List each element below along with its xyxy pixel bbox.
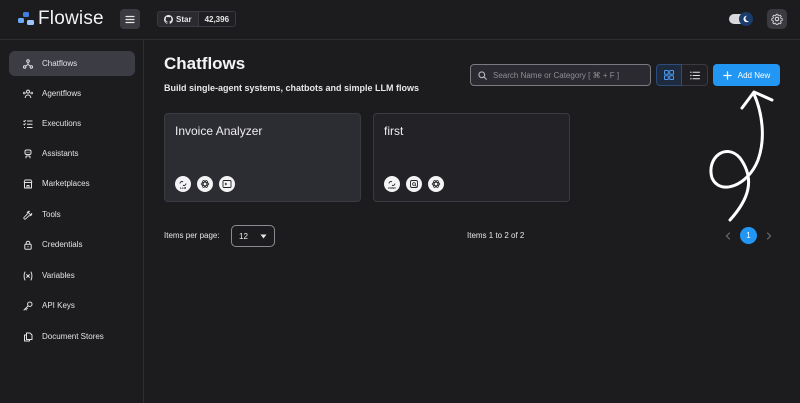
items-range-text: Items 1 to 2 of 2 bbox=[467, 231, 525, 240]
sidebar-item-chatflows[interactable]: Chatflows bbox=[9, 51, 135, 76]
sidebar-item-agentflows[interactable]: Agentflows bbox=[9, 81, 135, 106]
sidebar-item-label: Assistants bbox=[42, 149, 79, 158]
github-star-button[interactable]: Star bbox=[158, 12, 198, 26]
sidebar-item-label: Document Stores bbox=[42, 332, 104, 341]
search-placeholder: Search Name or Category [ ⌘ + F ] bbox=[493, 70, 620, 80]
sidebar-item-label: Variables bbox=[42, 271, 75, 280]
tool-icon bbox=[23, 210, 33, 220]
app-logo[interactable]: Flowise bbox=[18, 8, 104, 29]
sidebar-item-label: Credentials bbox=[42, 240, 83, 249]
list-view-icon bbox=[689, 71, 700, 79]
add-new-button[interactable]: Add New bbox=[713, 64, 780, 86]
building-store-icon bbox=[23, 179, 33, 189]
chatflow-card[interactable]: first CONV bbox=[373, 113, 570, 202]
page-subtitle: Build single-agent systems, chatbots and… bbox=[164, 83, 420, 93]
chatflow-card[interactable]: Invoice Analyzer LLM bbox=[164, 113, 361, 202]
agents-icon bbox=[23, 89, 33, 99]
github-star-label: Star bbox=[176, 14, 192, 24]
list-view-toggle[interactable] bbox=[682, 64, 708, 86]
previous-page-button[interactable] bbox=[722, 229, 734, 243]
chevron-left-icon bbox=[725, 232, 731, 240]
sidebar-item-assistants[interactable]: Assistants bbox=[9, 141, 135, 166]
sidebar-item-api-keys[interactable]: API Keys bbox=[9, 293, 135, 318]
caret-down-icon bbox=[260, 234, 267, 239]
prompt-icon bbox=[219, 176, 235, 192]
key-icon bbox=[23, 301, 33, 311]
robot-icon bbox=[23, 149, 33, 159]
sidebar-item-label: Executions bbox=[42, 119, 82, 128]
menu-button[interactable] bbox=[120, 9, 140, 29]
items-per-page-value: 12 bbox=[239, 231, 248, 241]
sidebar-item-tools[interactable]: Tools bbox=[9, 202, 135, 227]
dark-mode-toggle[interactable] bbox=[729, 12, 753, 26]
card-node-icons: CONV bbox=[384, 176, 444, 192]
conversation-chain-icon: CONV bbox=[384, 176, 400, 192]
add-new-label: Add New bbox=[737, 70, 771, 80]
buffer-memory-icon bbox=[406, 176, 422, 192]
sidebar-item-variables[interactable]: Variables bbox=[9, 263, 135, 288]
sidebar-item-document-stores[interactable]: Document Stores bbox=[9, 324, 135, 349]
chevron-right-icon bbox=[766, 232, 772, 240]
sidebar-item-label: API Keys bbox=[42, 301, 75, 310]
settings-button[interactable] bbox=[767, 9, 787, 29]
openai-icon bbox=[197, 176, 213, 192]
search-icon bbox=[478, 70, 487, 80]
search-input[interactable]: Search Name or Category [ ⌘ + F ] bbox=[470, 64, 651, 86]
files-icon bbox=[23, 332, 33, 342]
llm-chain-icon: LLM bbox=[175, 176, 191, 192]
flowise-logo-icon bbox=[18, 12, 34, 25]
page-1-button[interactable]: 1 bbox=[740, 227, 757, 244]
svg-text:LLM: LLM bbox=[180, 186, 187, 190]
chatflow-icon bbox=[23, 58, 33, 69]
sidebar: Chatflows Agentflows Executions Assistan… bbox=[0, 40, 144, 403]
app-name: Flowise bbox=[38, 8, 104, 29]
sidebar-item-label: Marketplaces bbox=[42, 179, 90, 188]
grid-view-toggle[interactable] bbox=[656, 64, 682, 86]
github-icon bbox=[164, 14, 173, 24]
page-title: Chatflows bbox=[164, 54, 246, 73]
openai-icon bbox=[428, 176, 444, 192]
plus-icon bbox=[723, 70, 732, 80]
github-star-widget[interactable]: Star 42,396 bbox=[157, 11, 237, 27]
gear-icon bbox=[771, 13, 783, 25]
card-title: Invoice Analyzer bbox=[175, 124, 263, 138]
sidebar-item-credentials[interactable]: Credentials bbox=[9, 232, 135, 257]
sidebar-item-marketplaces[interactable]: Marketplaces bbox=[9, 171, 135, 196]
moon-icon bbox=[743, 15, 750, 23]
toggle-knob bbox=[739, 12, 753, 26]
card-node-icons: LLM bbox=[175, 176, 235, 192]
sidebar-item-label: Chatflows bbox=[42, 59, 78, 68]
items-per-page-label: Items per page: bbox=[164, 231, 220, 240]
github-star-count[interactable]: 42,396 bbox=[197, 12, 236, 26]
hand-drawn-arrow-icon bbox=[709, 90, 774, 222]
svg-text:CONV: CONV bbox=[388, 186, 396, 190]
grid-view-icon bbox=[664, 70, 674, 80]
sidebar-item-executions[interactable]: Executions bbox=[9, 111, 135, 136]
variable-icon bbox=[23, 271, 33, 281]
menu-icon bbox=[125, 15, 135, 23]
sidebar-item-label: Agentflows bbox=[42, 89, 82, 98]
items-per-page-select[interactable]: 12 bbox=[231, 225, 275, 247]
lock-icon bbox=[23, 240, 33, 250]
card-title: first bbox=[384, 124, 404, 138]
next-page-button[interactable] bbox=[763, 229, 775, 243]
list-check-icon bbox=[23, 119, 33, 129]
sidebar-item-label: Tools bbox=[42, 210, 61, 219]
top-bar: Flowise Star 42,396 bbox=[0, 0, 800, 40]
